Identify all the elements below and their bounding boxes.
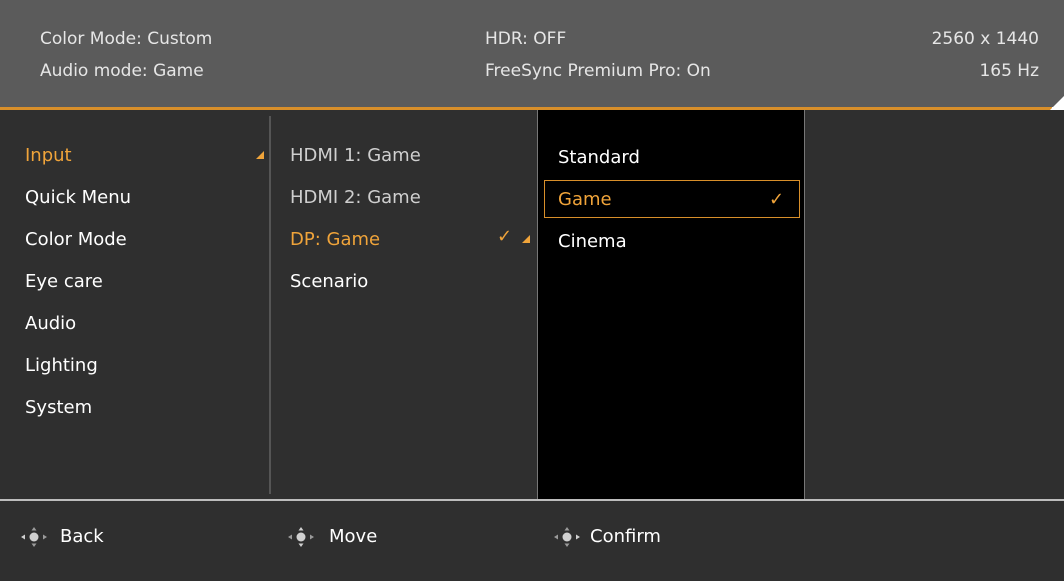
menu-item-input[interactable]: Input xyxy=(25,145,72,167)
confirm-hint: Confirm xyxy=(590,526,661,547)
option-standard[interactable]: Standard xyxy=(558,147,640,169)
footer-bar xyxy=(0,501,1064,581)
joystick-icon xyxy=(21,527,47,547)
option-cinema[interactable]: Cinema xyxy=(558,231,627,253)
submenu-item-hdmi2[interactable]: HDMI 2: Game xyxy=(290,187,421,209)
check-icon: ✓ xyxy=(497,226,513,247)
hdr-status: HDR: OFF xyxy=(485,29,567,49)
option-game[interactable]: Game xyxy=(558,189,612,211)
back-hint: Back xyxy=(60,526,104,547)
submenu-item-hdmi1[interactable]: HDMI 1: Game xyxy=(290,145,421,167)
triangle-icon xyxy=(256,151,264,159)
menu-item-system[interactable]: System xyxy=(25,397,92,419)
monitor-osd: Color Mode: Custom Audio mode: Game HDR:… xyxy=(0,0,1064,581)
menu-item-eye-care[interactable]: Eye care xyxy=(25,271,103,293)
audio-mode-status: Audio mode: Game xyxy=(40,61,204,81)
submenu-item-dp[interactable]: DP: Game xyxy=(290,229,380,251)
status-header: Color Mode: Custom Audio mode: Game HDR:… xyxy=(0,0,1064,107)
menu-panel xyxy=(0,110,1064,499)
color-mode-status: Color Mode: Custom xyxy=(40,29,213,49)
menu-item-color-mode[interactable]: Color Mode xyxy=(25,229,127,251)
triangle-icon xyxy=(522,235,530,243)
submenu-item-scenario[interactable]: Scenario xyxy=(290,271,368,293)
freesync-status: FreeSync Premium Pro: On xyxy=(485,61,711,81)
header-corner-notch xyxy=(1050,96,1064,110)
resolution-status: 2560 x 1440 xyxy=(931,29,1039,49)
menu-item-audio[interactable]: Audio xyxy=(25,313,76,335)
move-hint: Move xyxy=(329,526,378,547)
column-divider xyxy=(269,116,271,494)
joystick-icon xyxy=(554,527,580,547)
refresh-rate-status: 165 Hz xyxy=(979,61,1039,81)
menu-item-lighting[interactable]: Lighting xyxy=(25,355,98,377)
check-icon: ✓ xyxy=(769,189,785,210)
joystick-icon xyxy=(288,527,314,547)
menu-item-quick-menu[interactable]: Quick Menu xyxy=(25,187,131,209)
